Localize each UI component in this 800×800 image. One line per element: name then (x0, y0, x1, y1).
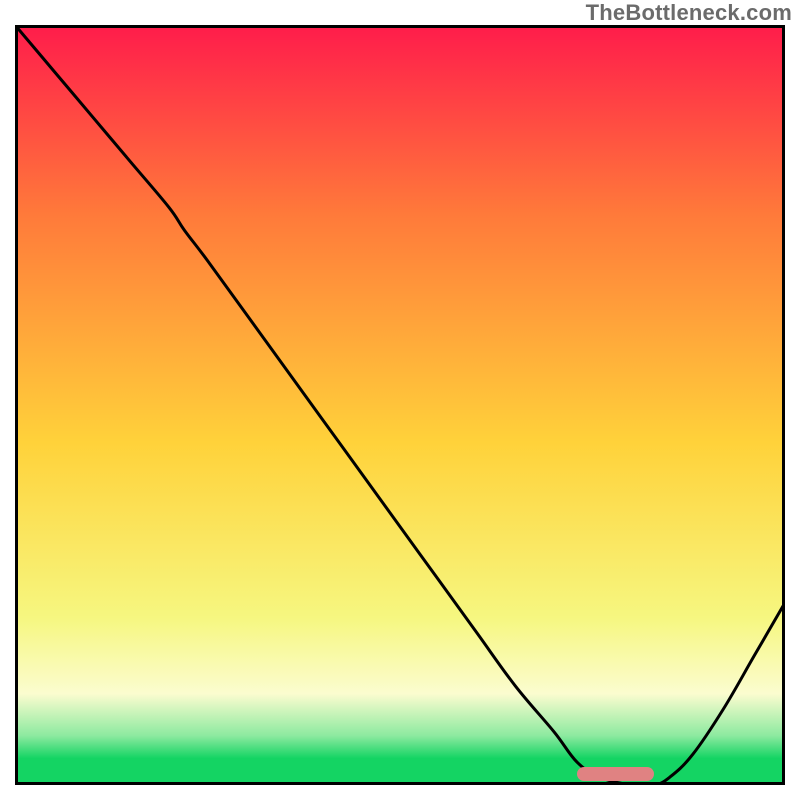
watermark-text: TheBottleneck.com (586, 0, 792, 26)
plot-area (15, 25, 785, 785)
chart-container: TheBottleneck.com (0, 0, 800, 800)
optimal-range-marker (577, 767, 654, 781)
curve-layer (15, 25, 785, 785)
bottleneck-curve (15, 25, 785, 785)
